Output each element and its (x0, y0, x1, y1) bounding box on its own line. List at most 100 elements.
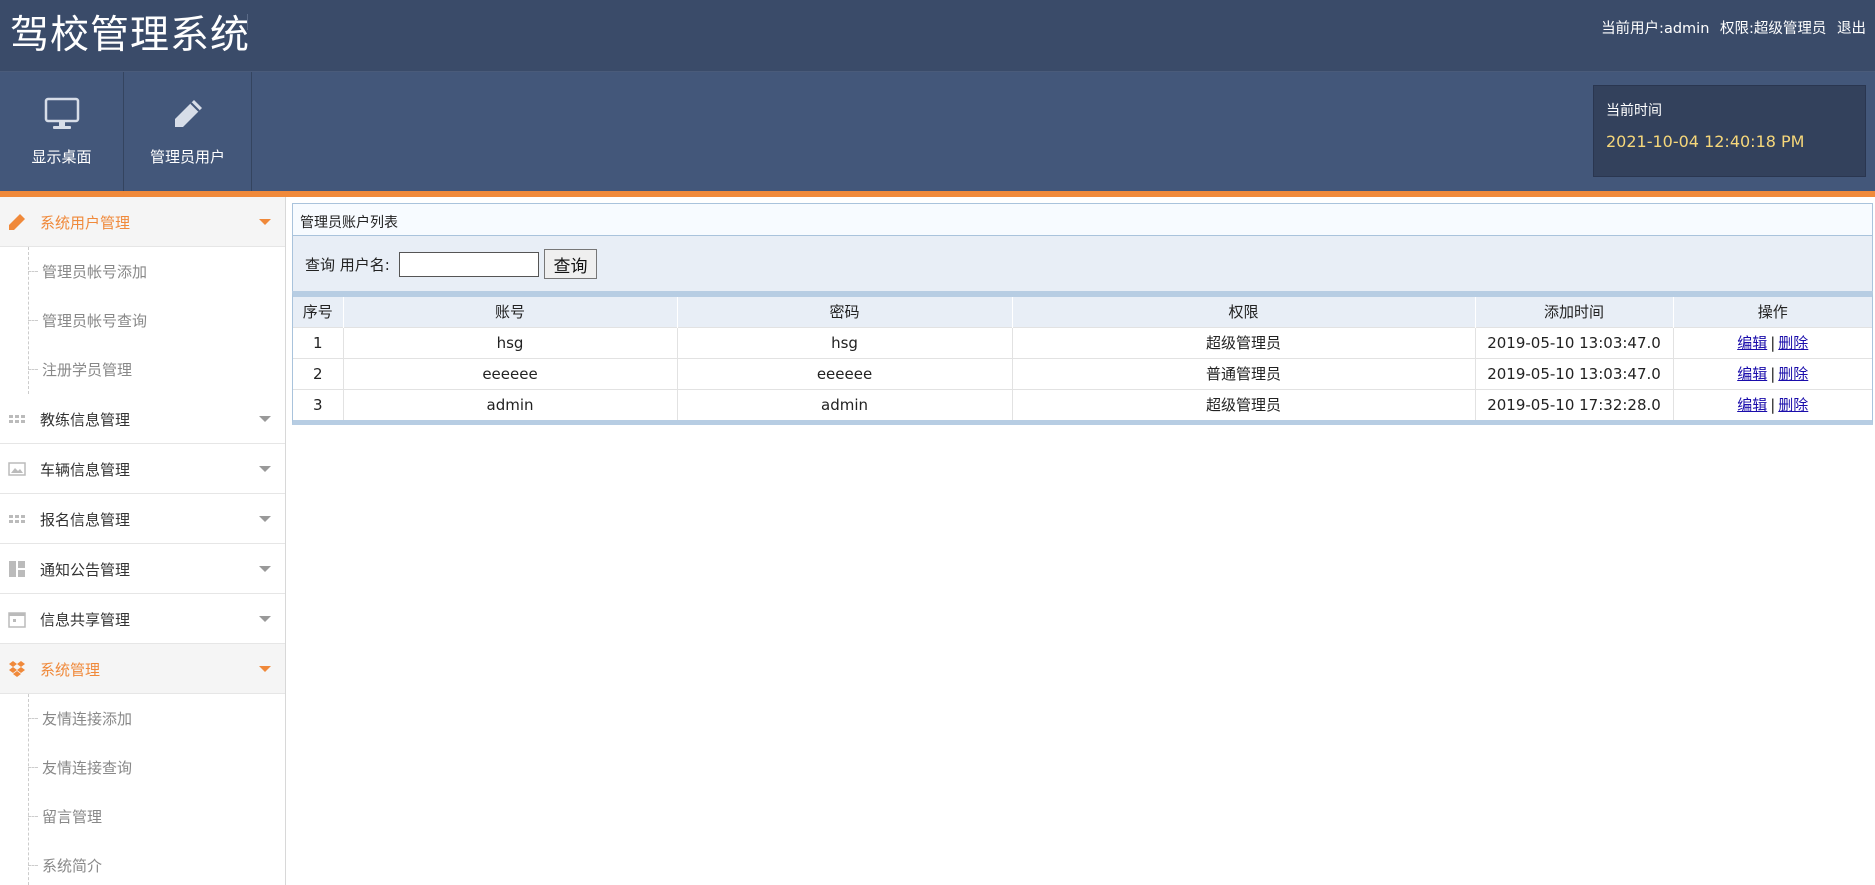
cell-index: 2 (293, 357, 343, 389)
time-value: 2021-10-04 12:40:18 PM (1606, 132, 1805, 151)
cell-password: eeeeee (676, 357, 1012, 389)
chevron-down-icon (259, 416, 271, 422)
sidebar-item-label: 管理员帐号添加 (42, 263, 148, 281)
sidebar-item-link-add[interactable]: 友情连接添加 (0, 694, 285, 743)
sidebar-item-about[interactable]: 系统简介 (0, 841, 285, 885)
sidebar-group-notice[interactable]: 通知公告管理 (0, 544, 285, 594)
column-header: 密码 (676, 297, 1012, 327)
grid-icon (9, 515, 25, 523)
sidebar-item-link-query[interactable]: 友情连接查询 (0, 743, 285, 792)
cell-account: admin (342, 388, 677, 420)
sidebar-item-label: 系统简介 (42, 857, 103, 875)
edit-link[interactable]: 编辑 (1737, 396, 1767, 414)
action-separator: | (1770, 365, 1776, 383)
grid-icon (9, 415, 25, 423)
main-content: 管理员账户列表 查询 用户名: 查询 序号 账号 密码 权限 添加时间 操作 1… (292, 203, 1873, 425)
sidebar-group-system[interactable]: 系统管理 (0, 644, 285, 694)
chevron-down-icon (259, 219, 271, 225)
sidebar-group-label: 教练信息管理 (40, 411, 131, 429)
action-separator: | (1770, 396, 1776, 415)
sidebar-item-label: 留言管理 (42, 808, 103, 826)
submenu-system-users: 管理员帐号添加 管理员帐号查询 注册学员管理 (0, 247, 285, 394)
column-header: 权限 (1011, 297, 1475, 327)
panel-title: 管理员账户列表 (300, 215, 398, 231)
cell-added-time: 2019-05-10 17:32:28.0 (1474, 388, 1673, 420)
table-row: 1 hsg hsg 超级管理员 2019-05-10 13:03:47.0 编辑… (293, 326, 1872, 358)
username-search-input[interactable] (399, 252, 539, 277)
chevron-down-icon (259, 616, 271, 622)
cell-index: 1 (293, 326, 343, 358)
search-bar: 查询 用户名: 查询 (292, 236, 1873, 291)
edit-link[interactable]: 编辑 (1737, 334, 1767, 352)
sidebar-group-label: 系统管理 (40, 661, 101, 679)
sidebar-item-admin-add[interactable]: 管理员帐号添加 (0, 247, 285, 296)
cell-actions: 编辑 | 删除 (1672, 388, 1872, 420)
sidebar-group-coach[interactable]: 教练信息管理 (0, 394, 285, 444)
sidebar-group-label: 系统用户管理 (40, 214, 131, 232)
sidebar-item-student-manage[interactable]: 注册学员管理 (0, 345, 285, 394)
cell-role: 超级管理员 (1011, 388, 1475, 420)
sidebar-item-label: 友情连接查询 (42, 759, 133, 777)
column-header: 序号 (293, 297, 343, 327)
logout-link[interactable]: 退出 (1837, 21, 1866, 37)
role-label: 权限: (1720, 21, 1754, 37)
cell-role: 普通管理员 (1011, 357, 1475, 389)
sidebar-group-vehicle[interactable]: 车辆信息管理 (0, 444, 285, 494)
table-row: 3 admin admin 超级管理员 2019-05-10 17:32:28.… (293, 388, 1872, 420)
cell-password: admin (676, 388, 1012, 420)
calendar-icon (8, 612, 26, 628)
current-user-label: 当前用户: (1601, 21, 1664, 37)
action-separator: | (1770, 334, 1776, 352)
cell-added-time: 2019-05-10 13:03:47.0 (1474, 326, 1673, 358)
current-user: admin (1663, 21, 1710, 37)
cell-index: 3 (293, 388, 343, 420)
toolbar: 显示桌面 管理员用户 当前时间 2021-10-04 12:40:18 PM (0, 72, 1875, 197)
image-icon (8, 462, 26, 476)
sidebar-group-enrollment[interactable]: 报名信息管理 (0, 494, 285, 544)
search-button[interactable]: 查询 (544, 249, 597, 279)
table-header-row: 序号 账号 密码 权限 添加时间 操作 (293, 297, 1872, 327)
sidebar-group-sharing[interactable]: 信息共享管理 (0, 594, 285, 644)
table-row: 2 eeeeee eeeeee 普通管理员 2019-05-10 13:03:4… (293, 357, 1872, 389)
cell-actions: 编辑 | 删除 (1672, 326, 1872, 358)
sidebar-item-messages[interactable]: 留言管理 (0, 792, 285, 841)
pencil-icon (168, 94, 208, 134)
panel-header: 管理员账户列表 (292, 203, 1873, 236)
delete-link[interactable]: 删除 (1778, 365, 1808, 383)
sidebar-item-label: 注册学员管理 (42, 361, 133, 379)
sidebar-item-label: 友情连接添加 (42, 710, 133, 728)
chevron-down-icon (259, 466, 271, 472)
sidebar-group-system-users[interactable]: 系统用户管理 (0, 197, 285, 247)
cell-account: eeeeee (342, 357, 677, 389)
edit-link[interactable]: 编辑 (1737, 365, 1767, 383)
pencil-icon (9, 214, 25, 230)
submenu-system: 友情连接添加 友情连接查询 留言管理 系统简介 (0, 694, 285, 885)
delete-link[interactable]: 删除 (1778, 334, 1808, 352)
show-desktop-button[interactable]: 显示桌面 (0, 72, 124, 191)
delete-link[interactable]: 删除 (1778, 396, 1808, 414)
column-header: 操作 (1672, 297, 1872, 327)
chevron-down-icon (259, 566, 271, 572)
dropbox-icon (9, 661, 25, 677)
top-header: 驾校管理系统 当前用户:admin 权限:超级管理员 退出 (0, 0, 1875, 72)
sidebar-group-label: 信息共享管理 (40, 611, 131, 629)
chevron-down-icon (259, 516, 271, 522)
admin-users-button[interactable]: 管理员用户 (124, 72, 252, 191)
sidebar-group-label: 报名信息管理 (40, 511, 131, 529)
cell-account: hsg (342, 326, 677, 358)
role-value: 超级管理员 (1753, 21, 1827, 37)
sidebar-group-label: 车辆信息管理 (40, 461, 131, 479)
current-time-panel: 当前时间 2021-10-04 12:40:18 PM (1593, 85, 1866, 177)
search-label: 查询 用户名: (305, 256, 390, 274)
app-title: 驾校管理系统 (10, 13, 251, 58)
monitor-icon (42, 94, 82, 134)
cell-actions: 编辑 | 删除 (1672, 357, 1872, 389)
admin-users-label: 管理员用户 (149, 148, 225, 166)
column-header: 账号 (342, 297, 677, 327)
cell-role: 超级管理员 (1011, 326, 1475, 358)
show-desktop-label: 显示桌面 (31, 148, 92, 166)
sidebar-item-admin-query[interactable]: 管理员帐号查询 (0, 296, 285, 345)
time-label: 当前时间 (1606, 103, 1662, 119)
layout-icon (9, 561, 25, 577)
admin-table: 序号 账号 密码 权限 添加时间 操作 1 hsg hsg 超级管理员 2019… (292, 291, 1873, 425)
